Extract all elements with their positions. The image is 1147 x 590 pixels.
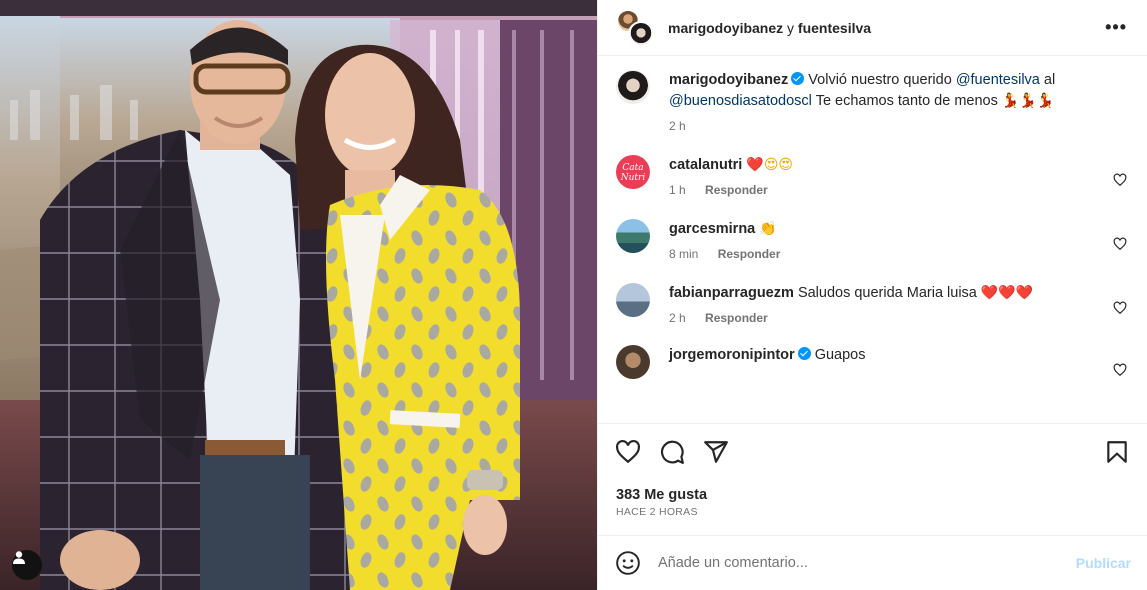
header-title: marigodoyibanez y fuentesilva [668,19,872,36]
comment-icon[interactable] [659,439,685,465]
send-icon[interactable] [703,439,729,465]
timestamp[interactable]: 8 min [669,247,698,261]
heart-emoji: ❤️ [998,285,1016,301]
reply-button[interactable]: Responder [718,247,781,261]
mention-link[interactable]: @fuentesilva [956,72,1040,88]
smile-icon[interactable] [615,550,641,576]
verified-badge-icon [791,72,805,85]
comment-text: Guapos [814,347,866,363]
reply-button[interactable]: Responder [705,311,768,325]
heart-eyes-emoji: 😍 [763,157,779,173]
likes-count[interactable]: 383 Me gusta [616,487,707,503]
comment-item: Cata Nutri catalanutri ❤️😍😍 1 h Responde… [616,155,1129,197]
action-bar: 383 Me gusta HACE 2 HORAS [598,423,1147,518]
post-header: marigodoyibanez y fuentesilva ••• [598,0,1147,56]
svg-text:Nutri: Nutri [620,173,646,183]
comment-username[interactable]: catalanutri [669,157,742,173]
verified-badge-icon [797,347,811,360]
add-comment-bar: Publicar [598,535,1147,590]
reply-button[interactable]: Responder [705,183,768,197]
clap-emoji: 👏 [759,221,777,237]
heart-icon[interactable] [1113,237,1127,251]
comments-list[interactable]: marigodoyibanez Volvió nuestro querido @… [598,56,1147,423]
caption: marigodoyibanez Volvió nuestro querido @… [616,70,1129,133]
cata-nutri-logo: Cata Nutri [620,163,646,183]
timestamp[interactable]: 2 h [669,119,686,133]
post-time[interactable]: HACE 2 HORAS [616,506,698,518]
heart-icon[interactable] [1113,173,1127,187]
heart-eyes-emoji: 😍 [778,157,794,173]
comment-username[interactable]: fabianparraguezm [669,285,794,301]
collab-avatars[interactable] [616,8,654,47]
heart-icon[interactable] [615,439,641,465]
comment-text: Saludos querida Maria luisa [797,285,977,301]
svg-text:Cata: Cata [622,163,643,173]
comment-item: fabianparraguezm Saludos querida Maria l… [616,283,1129,325]
avatar[interactable] [616,70,650,104]
comment-username[interactable]: jorgemoronipintor [669,347,795,363]
avatar[interactable]: Cata Nutri [616,155,650,189]
more-options-button[interactable]: ••• [1105,18,1127,36]
avatar[interactable] [616,345,650,379]
user-tag-icon[interactable] [12,550,42,580]
heart-emoji: ❤️ [1015,285,1034,301]
timestamp[interactable]: 2 h [669,311,686,325]
comment-input[interactable] [658,555,1076,571]
timestamp[interactable]: 1 h [669,183,686,197]
photo-illustration [0,0,597,590]
comment-item: garcesmirna 👏 8 min Responder [616,219,1129,261]
dancer-emoji: 💃💃💃 [1001,93,1055,109]
heart-icon[interactable] [1113,301,1127,315]
heart-emoji: ❤️ [746,157,764,173]
comment-item: jorgemoronipintor Guapos [616,345,1129,379]
caption-username[interactable]: marigodoyibanez [669,72,788,88]
publish-button[interactable]: Publicar [1076,555,1131,571]
mention-link[interactable]: @buenosdiasatodoscl [669,93,812,109]
avatar[interactable] [628,20,654,47]
header-user-link[interactable]: marigodoyibanez [668,20,783,36]
heart-emoji: ❤️ [980,285,999,301]
bookmark-icon[interactable] [1104,439,1130,465]
post-photo[interactable] [0,0,597,590]
heart-icon[interactable] [1113,363,1127,377]
post-side-panel: marigodoyibanez y fuentesilva ••• marigo… [597,0,1147,590]
comment-username[interactable]: garcesmirna [669,221,755,237]
header-user-link[interactable]: fuentesilva [798,20,871,36]
avatar[interactable] [616,219,650,253]
avatar[interactable] [616,283,650,317]
